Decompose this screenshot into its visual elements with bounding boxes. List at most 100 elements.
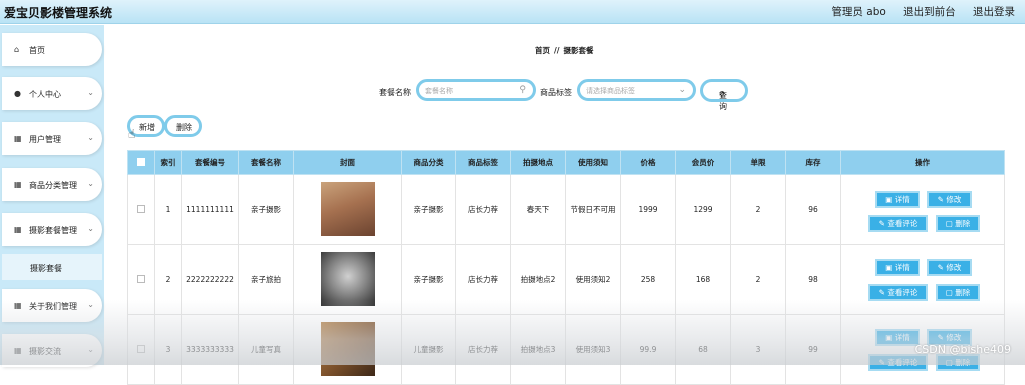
cell-stock: 98	[785, 244, 841, 315]
column-header: 使用须知	[565, 150, 621, 175]
breadcrumb-current: 摄影套餐	[563, 46, 594, 55]
breadcrumb-home[interactable]: 首页	[535, 46, 550, 55]
cell-member-price: 68	[675, 314, 731, 385]
exit-to-front-link[interactable]: 退出到前台	[903, 6, 956, 18]
sidebar-item-personal[interactable]: ● 个人中心 ⌄	[2, 77, 102, 110]
cell-index: 3	[154, 314, 182, 385]
pencil-icon: ✎	[878, 288, 885, 297]
delete-selected-button[interactable]: 删除	[164, 115, 202, 137]
chevron-down-icon: ⌄	[678, 85, 686, 95]
cell-ops: ▣ 详情 ✎ 修改 ✎ 查看评论 ▢ 删除	[840, 244, 1005, 315]
trash-icon: ▢	[945, 219, 953, 228]
cell-category: 亲子摄影	[401, 244, 456, 315]
cell-limit: 2	[730, 174, 786, 245]
table-row: 3 3333333333 儿童写真 儿童摄影 店长力荐 拍摄地点3 使用须知3 …	[127, 314, 1005, 385]
detail-button[interactable]: ▣ 详情	[875, 259, 920, 276]
row-select-cell[interactable]	[127, 174, 155, 245]
sidebar-item-category[interactable]: ▦ 商品分类管理 ⌄	[2, 168, 102, 201]
table-header-row: 索引 套餐编号 套餐名称 封面 商品分类 商品标签 拍摄地点 使用须知 价格 会…	[127, 150, 1005, 175]
cell-code: 2222222222	[181, 244, 239, 315]
column-header: 单限	[730, 150, 786, 175]
edit-button[interactable]: ✎ 修改	[927, 259, 972, 276]
sidebar-subitem-packages[interactable]: 摄影套餐	[2, 254, 102, 280]
cell-index: 2	[154, 244, 182, 315]
cell-stock: 99	[785, 314, 841, 385]
column-header: 库存	[785, 150, 841, 175]
cover-image	[320, 321, 375, 376]
edit-label: 修改	[946, 333, 962, 342]
row-checkbox[interactable]	[137, 344, 145, 353]
delete-row-button[interactable]: ▢ 删除	[936, 215, 980, 232]
table-row: 1 1111111111 亲子摄影 亲子摄影 店长力荐 春天下 节假日不可用 1…	[127, 174, 1005, 245]
edit-button[interactable]: ✎ 修改	[927, 191, 972, 208]
tag-label: 商品标签	[540, 88, 572, 97]
comments-label: 查看评论	[887, 288, 918, 297]
detail-label: 详情	[894, 263, 910, 272]
row-checkbox[interactable]	[137, 274, 145, 283]
cell-code: 1111111111	[181, 174, 239, 245]
sidebar-item-users[interactable]: ▦ 用户管理 ⌄	[2, 122, 102, 155]
trash-icon: ▢	[945, 288, 953, 297]
sidebar-item-about[interactable]: ▦ 关于我们管理 ⌄	[2, 289, 102, 322]
top-bar: 爱宝贝影楼管理系统 管理员 abo 退出到前台 退出登录	[0, 0, 1025, 24]
package-name-label: 套餐名称	[379, 88, 411, 97]
sidebar-item-label: 商品分类管理	[29, 181, 77, 190]
sidebar-item-packages[interactable]: ▦ 摄影套餐管理 ⌄	[2, 213, 102, 246]
delete-row-label: 删除	[955, 219, 971, 228]
edit-label: 修改	[946, 195, 962, 204]
detail-label: 详情	[894, 195, 910, 204]
row-checkbox[interactable]	[137, 204, 145, 213]
row-select-cell[interactable]	[127, 314, 155, 385]
view-comments-button[interactable]: ✎ 查看评论	[868, 215, 928, 232]
cell-name: 亲子旅拍	[238, 244, 294, 315]
person-icon: ●	[14, 89, 21, 98]
view-comments-button[interactable]: ✎ 查看评论	[868, 354, 928, 371]
package-name-placeholder: 套餐名称	[425, 87, 453, 95]
search-icon: ⚲	[719, 90, 725, 99]
view-comments-button[interactable]: ✎ 查看评论	[868, 284, 928, 301]
sidebar-item-home[interactable]: ⌂ 首页	[2, 33, 102, 66]
cell-ops: ▣ 详情 ✎ 修改 ✎ 查看评论 ▢ 删除	[840, 174, 1005, 245]
detail-button[interactable]: ▣ 详情	[875, 191, 920, 208]
pencil-icon: ✎	[937, 333, 944, 342]
cell-tag: 店长力荐	[455, 244, 511, 315]
cell-notes: 使用须知3	[565, 314, 621, 385]
cell-limit: 3	[730, 314, 786, 385]
delete-row-button[interactable]: ▢ 删除	[936, 284, 980, 301]
sidebar: ⌂ 首页 ● 个人中心 ⌄ ▦ 用户管理 ⌄ ▦ 商品分类管理 ⌄ ▦ 摄影套餐…	[0, 25, 104, 367]
select-all-checkbox[interactable]	[137, 157, 145, 166]
column-header: 商品标签	[455, 150, 511, 175]
select-all-cell[interactable]	[127, 150, 155, 175]
delete-row-button[interactable]: ▢ 删除	[936, 354, 980, 371]
cell-price: 258	[620, 244, 676, 315]
detail-label: 详情	[894, 333, 910, 342]
logout-link[interactable]: 退出登录	[973, 6, 1015, 18]
cell-tag: 店长力荐	[455, 314, 511, 385]
cell-tag: 店长力荐	[455, 174, 511, 245]
chevron-down-icon: ⌄	[87, 345, 94, 354]
sidebar-item-label: 个人中心	[29, 90, 61, 99]
sidebar-item-exchange[interactable]: ▦ 摄影交流 ⌄	[2, 334, 102, 367]
app-title: 爱宝贝影楼管理系统	[4, 6, 113, 20]
breadcrumb: 首页 //摄影套餐	[535, 45, 593, 56]
pencil-icon: ✎	[937, 263, 944, 272]
cell-notes: 节假日不可用	[565, 174, 621, 245]
row-select-cell[interactable]	[127, 244, 155, 315]
chevron-down-icon: ⌄	[87, 133, 94, 142]
package-name-input[interactable]: 套餐名称 ⚲	[416, 79, 536, 101]
sidebar-item-label: 用户管理	[29, 135, 61, 144]
cell-index: 1	[154, 174, 182, 245]
cell-name: 亲子摄影	[238, 174, 294, 245]
table-row: 2 2222222222 亲子旅拍 亲子摄影 店长力荐 拍摄地点2 使用须知2 …	[127, 244, 1005, 315]
home-icon: ⌂	[14, 45, 20, 54]
cell-location: 拍摄地点2	[510, 244, 566, 315]
sidebar-subitem-label: 摄影套餐	[30, 264, 62, 273]
delete-label: 删除	[176, 123, 192, 132]
column-header: 操作	[840, 150, 1005, 175]
column-header: 价格	[620, 150, 676, 175]
query-button[interactable]: 查询 ⚲	[700, 79, 748, 111]
detail-button[interactable]: ▣ 详情	[875, 329, 920, 346]
breadcrumb-separator: //	[554, 46, 560, 55]
tag-select[interactable]: 请选择商品标签 ⌄	[577, 79, 696, 101]
admin-label: 管理员 abo	[831, 6, 886, 18]
